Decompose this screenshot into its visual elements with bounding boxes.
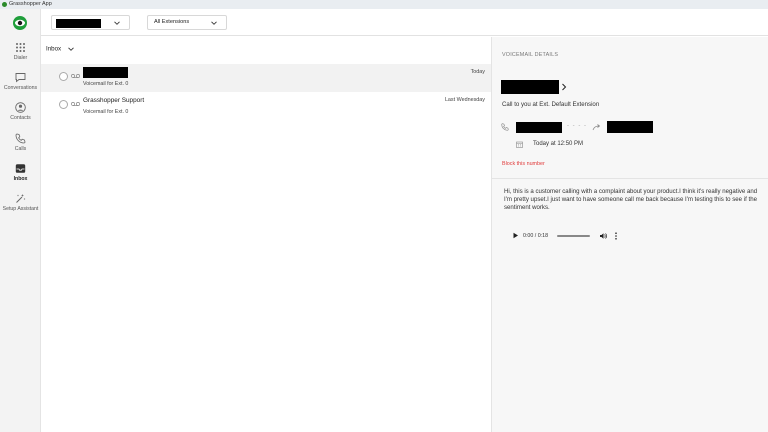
window-title: Grasshopper App xyxy=(9,1,52,7)
play-icon[interactable] xyxy=(512,232,519,239)
call-path-dashes: - - - - xyxy=(567,123,587,129)
extension-selector[interactable]: All Extensions xyxy=(147,15,227,30)
audio-player: 0:00 / 0:18 xyxy=(512,230,627,242)
list-item-subtitle: Voicemail for Ext. 0 xyxy=(83,109,129,115)
chevron-right-icon[interactable] xyxy=(561,83,567,91)
chat-icon xyxy=(15,73,26,83)
window-titlebar: Grasshopper App xyxy=(0,0,768,9)
sidebar-item-setup-assistant[interactable]: Setup Assistant xyxy=(0,193,41,212)
top-bar: All Extensions xyxy=(41,9,768,36)
sidebar-item-label: Dialer xyxy=(13,55,28,61)
redacted-caller xyxy=(83,67,128,78)
sidebar-item-label: Contacts xyxy=(10,115,31,121)
list-item[interactable]: Voicemail for Ext. 0 Today xyxy=(41,64,491,92)
inbox-filter-label: Inbox xyxy=(46,45,62,53)
chevron-down-icon xyxy=(211,21,217,25)
phone-icon xyxy=(501,123,509,131)
sidebar-item-label: Conversations xyxy=(3,85,38,91)
list-item-subtitle: Voicemail for Ext. 0 xyxy=(83,81,129,87)
audio-time: 0:00 / 0:18 xyxy=(523,233,549,239)
sidebar-item-conversations[interactable]: Conversations xyxy=(0,72,41,91)
audio-progress-slider[interactable] xyxy=(557,235,590,237)
app-logo-icon xyxy=(2,2,7,7)
volume-icon[interactable] xyxy=(599,232,607,240)
select-checkbox[interactable] xyxy=(59,100,68,109)
sidebar: Dialer Conversations Contacts Calls Inbo… xyxy=(0,9,41,432)
redacted-caller-name[interactable] xyxy=(501,80,559,94)
block-number-link[interactable]: Block this number xyxy=(502,161,545,167)
sidebar-item-label: Calls xyxy=(14,146,27,152)
forward-call-icon xyxy=(592,124,601,131)
list-item-caller: Grasshopper Support xyxy=(83,97,145,104)
dialpad-icon xyxy=(16,43,25,52)
sidebar-item-label: Setup Assistant xyxy=(2,206,39,212)
grasshopper-logo-icon[interactable] xyxy=(13,16,27,30)
call-destination: Call to you at Ext. Default Extension xyxy=(502,101,600,108)
inbox-filter-dropdown[interactable]: Inbox xyxy=(46,45,75,53)
inbox-icon xyxy=(15,164,26,173)
select-checkbox[interactable] xyxy=(59,72,68,81)
voicemail-details-pane: VOICEMAIL DETAILS Call to you at Ext. De… xyxy=(491,37,768,432)
divider xyxy=(492,178,768,179)
inbox-list-pane: Inbox Voicemail for Ext. 0 Today Grassho… xyxy=(41,37,491,432)
redacted-from-number xyxy=(516,122,562,133)
redacted-to-number xyxy=(607,121,653,133)
voicemail-icon xyxy=(71,74,80,78)
phone-number-selector[interactable] xyxy=(51,15,130,30)
voicemail-timestamp: Today at 12:50 PM xyxy=(533,141,584,147)
chevron-down-icon xyxy=(114,21,120,25)
list-item-date: Last Wednesday xyxy=(444,97,485,103)
list-item[interactable]: Grasshopper Support Voicemail for Ext. 0… xyxy=(41,92,491,120)
calendar-icon xyxy=(516,141,523,148)
sidebar-item-contacts[interactable]: Contacts xyxy=(0,102,41,121)
more-options-icon[interactable] xyxy=(614,232,618,240)
sidebar-item-dialer[interactable]: Dialer xyxy=(0,42,41,61)
list-item-date: Today xyxy=(470,69,485,75)
extension-selector-value: All Extensions xyxy=(154,19,190,25)
sidebar-item-inbox[interactable]: Inbox xyxy=(0,163,41,182)
chevron-down-icon xyxy=(68,47,74,51)
details-header: VOICEMAIL DETAILS xyxy=(502,52,559,58)
sidebar-item-calls[interactable]: Calls xyxy=(0,133,41,152)
phone-icon xyxy=(15,133,26,144)
redacted-phone-number xyxy=(56,19,101,28)
contact-icon xyxy=(15,102,26,113)
voicemail-icon xyxy=(71,102,80,106)
sidebar-item-label: Inbox xyxy=(13,176,28,182)
magic-wand-icon xyxy=(16,194,26,203)
voicemail-transcript: Hi, this is a customer calling with a co… xyxy=(504,188,758,212)
